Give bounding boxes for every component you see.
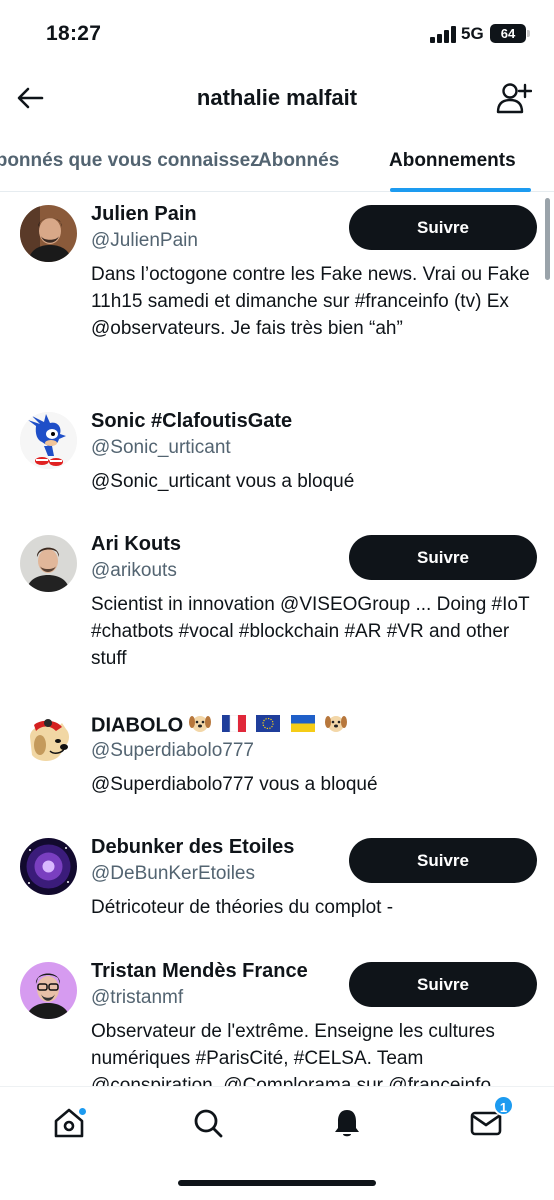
signal-icon [430, 26, 456, 43]
profile-header: nathalie malfait [0, 70, 554, 128]
user-name: DIABOLO [91, 713, 352, 739]
user-name: Ari Kouts [91, 533, 181, 555]
status-bar: 18:27 5G 64 [0, 0, 554, 70]
user-bio: Scientist in innovation @VISEOGroup ... … [91, 594, 530, 669]
network-label: 5G [461, 24, 484, 43]
flag-france-icon [221, 714, 246, 738]
name-emojis [189, 713, 352, 739]
dog-face-icon [189, 713, 212, 739]
list-item[interactable]: Tristan Mendès France @tristanmf Observa… [0, 950, 554, 1086]
app-screen: 18:27 5G 64 nathalie malfait Abonnés que… [0, 0, 554, 1200]
home-indicator[interactable] [178, 1180, 376, 1186]
avatar[interactable] [20, 838, 77, 895]
user-handle: @DeBunKerEtoiles [91, 863, 255, 884]
tab-following[interactable]: Abonnements [389, 150, 516, 172]
avatar[interactable] [20, 535, 77, 592]
scrollbar[interactable] [545, 198, 550, 280]
user-bio: Dans l’octogone contre les Fake news. Vr… [91, 264, 530, 339]
user-name: Debunker des Etoiles [91, 836, 295, 858]
home-notification-dot [78, 1107, 87, 1116]
user-bio: @Sonic_urticant vous a bloqué [91, 471, 355, 492]
follow-button[interactable]: Suivre [349, 535, 537, 580]
tab-known-followers[interactable]: Abonnés que vous connaissez [0, 150, 260, 172]
user-handle: @arikouts [91, 560, 177, 581]
user-name: Sonic #ClafoutisGate [91, 410, 293, 432]
add-user-icon [496, 83, 532, 114]
user-handle: @tristanmf [91, 987, 184, 1008]
list-item[interactable]: Julien Pain @JulienPain Dans l’octogone … [0, 193, 554, 400]
nav-notifications[interactable] [325, 1101, 369, 1145]
user-bio: Détricoteur de théories du complot - [91, 897, 394, 918]
user-handle: @Superdiabolo777 [91, 740, 254, 761]
follow-button[interactable]: Suivre [349, 962, 537, 1007]
follow-button[interactable]: Suivre [349, 838, 537, 883]
nav-home[interactable] [47, 1101, 91, 1145]
avatar[interactable] [20, 412, 77, 469]
avatar[interactable] [20, 205, 77, 262]
list-item[interactable]: Sonic #ClafoutisGate @Sonic_urticant @So… [0, 400, 554, 523]
list-item[interactable]: Ari Kouts @arikouts Scientist in innovat… [0, 523, 554, 703]
messages-badge: 1 [493, 1095, 514, 1116]
user-handle: @JulienPain [91, 230, 198, 251]
nav-messages[interactable]: 1 [464, 1095, 514, 1145]
search-icon [194, 1109, 223, 1138]
user-name: Julien Pain [91, 203, 197, 225]
avatar[interactable] [20, 715, 77, 772]
status-time: 18:27 [46, 22, 102, 45]
user-bio: Observateur de l'extrême. Enseigne les c… [91, 1021, 495, 1086]
flag-eu-icon [256, 714, 281, 738]
user-bio: @Superdiabolo777 vous a bloqué [91, 774, 378, 795]
avatar[interactable] [20, 962, 77, 1019]
battery-icon: 64 [490, 24, 530, 43]
dog-face-icon [325, 713, 348, 739]
following-list: Julien Pain @JulienPain Dans l’octogone … [0, 193, 554, 1086]
user-name: Tristan Mendès France [91, 960, 308, 982]
active-tab-indicator [390, 188, 531, 192]
bell-icon [335, 1110, 359, 1137]
nav-search[interactable] [186, 1101, 230, 1145]
follow-user-button[interactable] [494, 80, 534, 116]
list-item[interactable]: Debunker des Etoiles @DeBunKerEtoiles Dé… [0, 826, 554, 950]
list-item[interactable]: DIABOLO @Superdiabolo777 @Superdiabolo77… [0, 703, 554, 826]
flag-ukraine-icon [290, 714, 315, 738]
follow-button[interactable]: Suivre [349, 205, 537, 250]
tab-bar: Abonnés que vous connaissez Abonnés Abon… [0, 130, 554, 192]
tab-followers[interactable]: Abonnés [258, 150, 339, 172]
page-title: nathalie malfait [196, 85, 358, 110]
user-handle: @Sonic_urticant [91, 437, 231, 458]
